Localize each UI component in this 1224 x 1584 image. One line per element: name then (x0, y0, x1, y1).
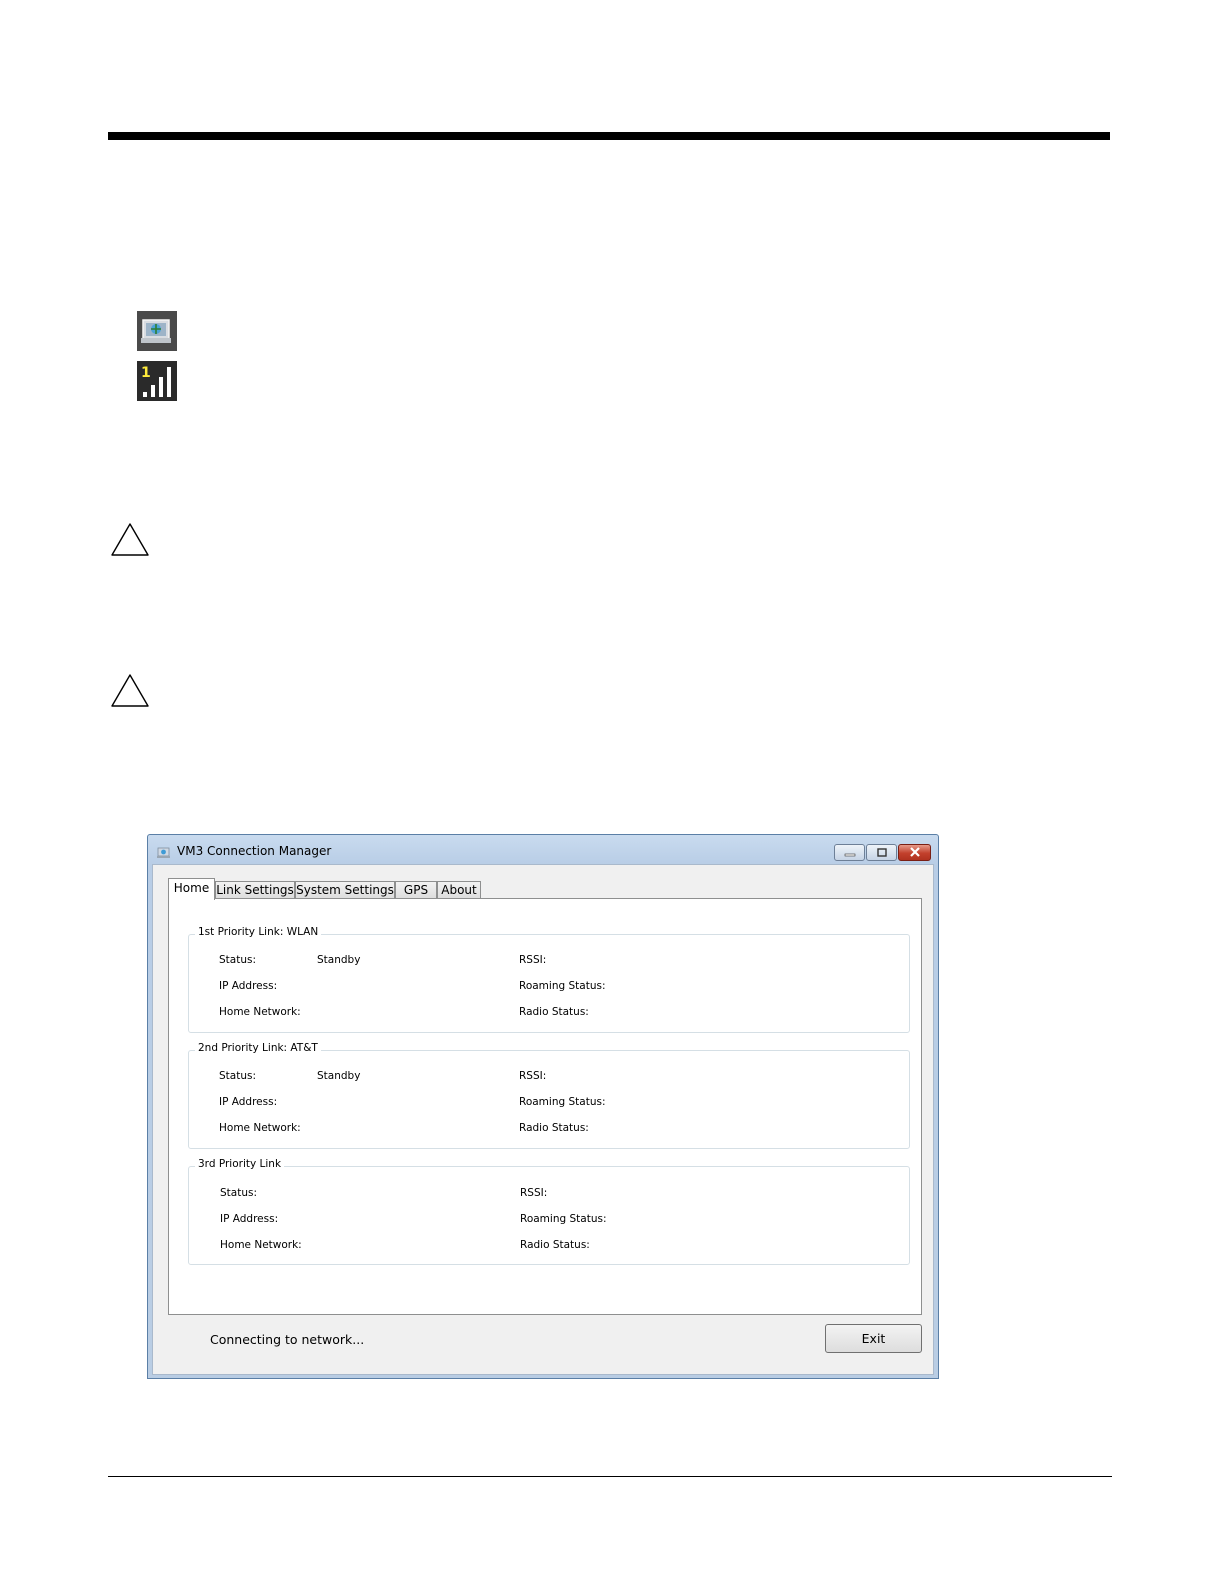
tab-link-settings[interactable]: Link Settings (215, 881, 295, 899)
roaming-status-label: Roaming Status: (519, 1096, 606, 1108)
rssi-label: RSSI: (519, 1070, 547, 1082)
connection-manager-icon (137, 311, 177, 351)
ip-address-label: IP Address: (220, 1213, 279, 1225)
radio-status-label: Radio Status: (520, 1239, 590, 1251)
window-title: VM3 Connection Manager (177, 844, 332, 858)
tab-gps[interactable]: GPS (395, 881, 437, 899)
title-bar[interactable]: VM3 Connection Manager (148, 835, 938, 865)
status-label: Status: (219, 954, 256, 966)
tab-system-settings[interactable]: System Settings (295, 881, 395, 899)
home-network-label: Home Network: (220, 1239, 302, 1251)
maximize-button[interactable] (866, 844, 897, 861)
caution-icon (110, 673, 150, 709)
signal-strength-icon: 1 (137, 361, 177, 401)
connection-status-text: Connecting to network... (210, 1332, 365, 1347)
top-rule (108, 132, 1110, 140)
roaming-status-label: Roaming Status: (519, 980, 606, 992)
priority-link-group: 2nd Priority Link: AT&T Status: Standby … (188, 1042, 910, 1149)
status-value: Standby (317, 954, 361, 966)
caution-icon (110, 522, 150, 558)
window-client-area: Home Link Settings System Settings GPS A… (152, 864, 934, 1375)
maximize-icon (876, 845, 887, 860)
status-label: Status: (219, 1070, 256, 1082)
priority-link-group: 1st Priority Link: WLAN Status: Standby … (188, 926, 910, 1033)
ip-address-label: IP Address: (219, 980, 278, 992)
exit-button[interactable]: Exit (825, 1324, 922, 1353)
minimize-icon (844, 845, 856, 860)
close-button[interactable] (898, 844, 931, 861)
group-title: 3rd Priority Link (195, 1158, 285, 1170)
rssi-label: RSSI: (520, 1187, 548, 1199)
group-title: 1st Priority Link: WLAN (195, 926, 322, 938)
group-title: 2nd Priority Link: AT&T (195, 1042, 321, 1054)
status-label: Status: (220, 1187, 257, 1199)
home-tab-panel: 1st Priority Link: WLAN Status: Standby … (168, 898, 922, 1315)
app-icon (157, 844, 171, 858)
bottom-rule (108, 1476, 1112, 1477)
home-network-label: Home Network: (219, 1006, 301, 1018)
connection-manager-window: VM3 Connection Manager Home Link Setting… (147, 834, 939, 1379)
tab-about[interactable]: About (437, 881, 481, 899)
svg-text:1: 1 (141, 365, 151, 381)
tab-home[interactable]: Home (168, 878, 215, 900)
ip-address-label: IP Address: (219, 1096, 278, 1108)
minimize-button[interactable] (834, 844, 865, 861)
radio-status-label: Radio Status: (519, 1006, 589, 1018)
home-network-label: Home Network: (219, 1122, 301, 1134)
roaming-status-label: Roaming Status: (520, 1213, 607, 1225)
close-icon (909, 845, 921, 860)
radio-status-label: Radio Status: (519, 1122, 589, 1134)
status-value: Standby (317, 1070, 361, 1082)
rssi-label: RSSI: (519, 954, 547, 966)
priority-link-group: 3rd Priority Link Status: IP Address: Ho… (188, 1158, 910, 1265)
